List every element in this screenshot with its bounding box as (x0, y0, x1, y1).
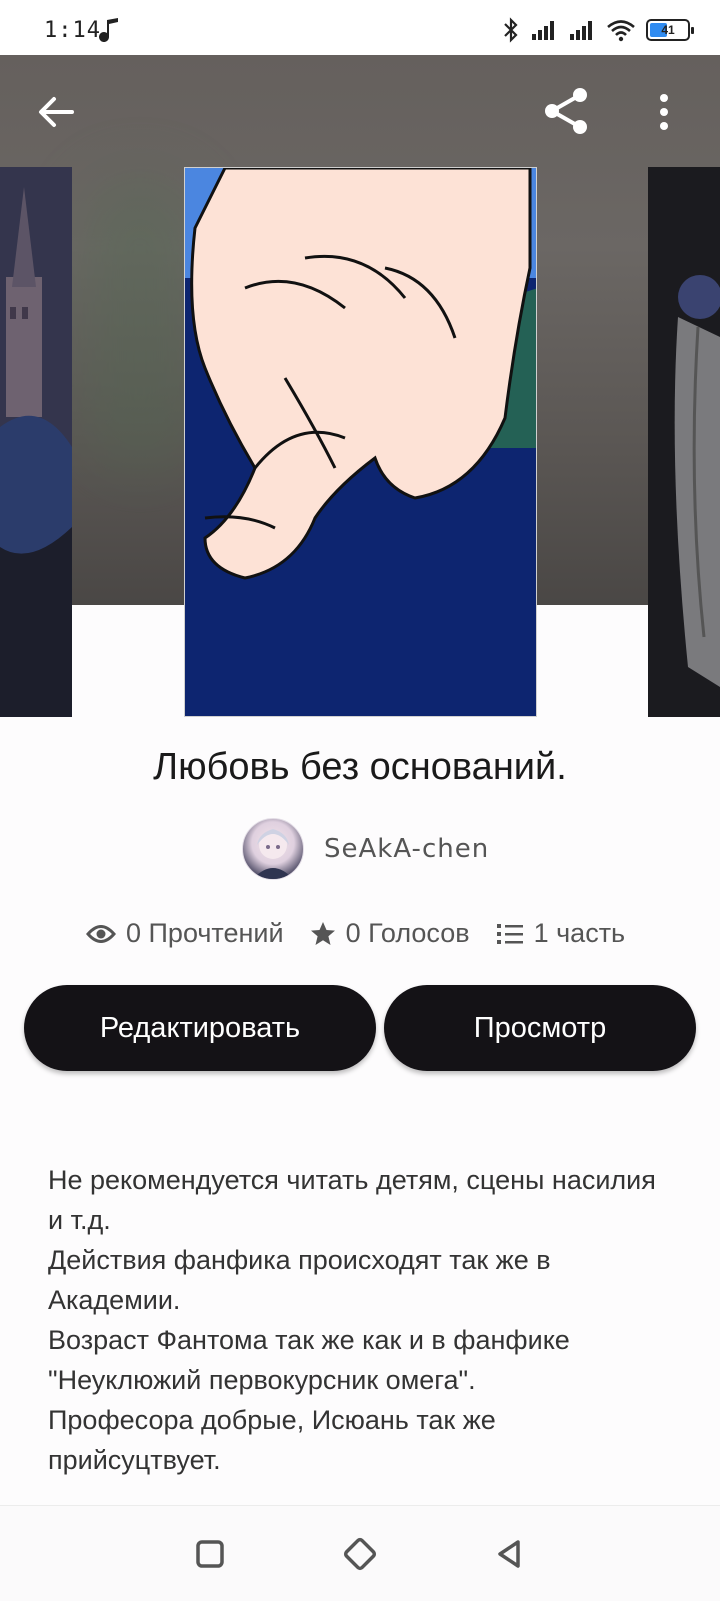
diamond-home-icon[interactable] (340, 1534, 380, 1574)
description-line: Професора добрые, Исюань так же прийсуцт… (48, 1405, 496, 1475)
battery-icon: 41 (646, 19, 694, 41)
story-title: Любовь без оснований. (153, 746, 567, 788)
story-stats: 0 Прочтений 0 Голосов 1 часть (86, 918, 625, 949)
signal-icon (570, 21, 592, 40)
system-nav-bar (0, 1505, 720, 1601)
triangle-back-icon[interactable] (490, 1534, 530, 1574)
more-vertical-icon[interactable] (654, 90, 674, 134)
cover-thumbnail-next[interactable] (648, 167, 720, 717)
bluetooth-icon (504, 17, 518, 43)
cover-art-next (648, 167, 720, 717)
parts-stat: 1 часть (496, 918, 626, 949)
music-note-icon (99, 18, 118, 42)
author-row[interactable]: SeAkA-chen (242, 818, 489, 880)
cover-thumbnail-previous[interactable] (0, 167, 72, 717)
parts-count: 1 часть (533, 918, 626, 948)
eye-icon (86, 924, 116, 943)
description-line: Действия фанфика происходят так же в Ака… (48, 1245, 551, 1315)
star-icon (310, 921, 335, 945)
story-cover[interactable] (184, 167, 537, 717)
signal-icon (532, 21, 554, 40)
reads-count: 0 Прочтений (126, 918, 284, 948)
status-icons: 41 (502, 16, 694, 44)
description-line: Не рекомендуется читать детям, сцены нас… (48, 1165, 656, 1235)
battery-level: 41 (661, 23, 675, 37)
description-line: Возраст Фантома так же как и в фанфике "… (48, 1325, 570, 1395)
cover-art-hand (185, 168, 536, 716)
edit-button[interactable]: Редактировать (24, 985, 376, 1071)
status-time: 1:14 (44, 18, 101, 43)
cover-art-previous (0, 167, 72, 717)
author-name[interactable]: SeAkA-chen (324, 834, 489, 864)
share-icon[interactable] (540, 84, 594, 138)
square-icon[interactable] (190, 1534, 230, 1574)
wifi-icon (607, 20, 635, 42)
cover-blur-backdrop (80, 175, 200, 475)
list-icon (496, 923, 523, 944)
arrow-left-icon[interactable] (34, 90, 78, 134)
view-button[interactable]: Просмотр (384, 985, 696, 1071)
story-description: Не рекомендуется читать детям, сцены нас… (48, 1160, 668, 1480)
avatar[interactable] (242, 818, 304, 880)
votes-count: 0 Голосов (345, 918, 470, 948)
status-bar: 1:14 41 (0, 0, 720, 55)
avatar-image (253, 829, 293, 879)
votes-stat: 0 Голосов (310, 918, 470, 949)
reads-stat: 0 Прочтений (86, 918, 284, 949)
